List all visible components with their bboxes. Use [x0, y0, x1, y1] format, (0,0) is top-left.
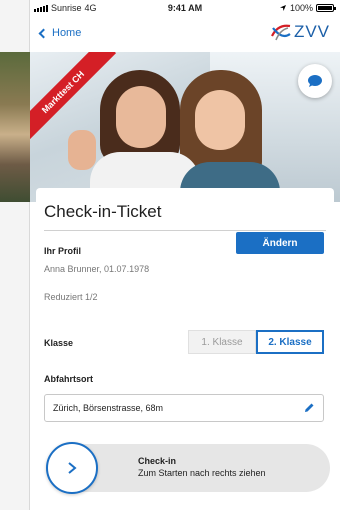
discount-info: Reduziert 1/2: [44, 292, 98, 302]
profile-label: Ihr Profil: [44, 246, 82, 256]
status-right: 100%: [279, 3, 336, 13]
departure-label: Abfahrtsort: [44, 374, 93, 384]
person-right-face: [195, 90, 245, 150]
zvv-logo: ZVV: [270, 22, 330, 42]
back-button[interactable]: Home: [38, 27, 82, 39]
chat-button[interactable]: [298, 64, 332, 98]
chevron-left-icon: [38, 28, 49, 38]
logo-text: ZVV: [293, 22, 330, 41]
departure-value: Zürich, Börsenstrasse, 68m: [53, 403, 164, 413]
class-selector: 1. Klasse 2. Klasse: [188, 330, 324, 354]
battery-percent: 100%: [289, 3, 313, 13]
profile-name: Anna Brunner, 01.07.1978: [44, 264, 150, 274]
checkin-slider[interactable]: Check-in Zum Starten nach rechts ziehen: [46, 442, 330, 494]
checkin-title: Check-in: [138, 456, 177, 466]
person-left-face: [116, 86, 166, 148]
zvv-logo-icon: [270, 24, 291, 41]
thumbs-up-hand: [68, 130, 96, 170]
previous-screen-edge: [0, 0, 30, 510]
battery-icon: [316, 4, 336, 12]
back-label: Home: [52, 27, 82, 39]
hero-image: Markttest CH: [30, 52, 340, 202]
class-option-second[interactable]: 2. Klasse: [256, 330, 324, 354]
navigation-bar: Home ZVV: [30, 18, 340, 52]
departure-field[interactable]: Zürich, Börsenstrasse, 68m: [44, 394, 324, 422]
page-title: Check-in-Ticket: [44, 202, 162, 221]
previous-screen-image: [0, 52, 30, 202]
slider-knob[interactable]: [46, 442, 98, 494]
location-icon: [279, 5, 286, 11]
class-option-first[interactable]: 1. Klasse: [188, 330, 256, 354]
title-divider: [44, 230, 326, 231]
class-label: Klasse: [44, 338, 74, 348]
checkin-hint: Zum Starten nach rechts ziehen: [138, 468, 266, 478]
change-profile-button[interactable]: Ändern: [236, 232, 324, 254]
phone-screen: Sunrise 4G 9:41 AM 100% Home ZVV Marktte…: [30, 0, 340, 510]
chevron-right-icon: [68, 462, 77, 474]
status-bar: Sunrise 4G 9:41 AM 100%: [30, 0, 340, 18]
pencil-icon[interactable]: [303, 402, 315, 414]
ticket-card: Check-in-Ticket Ihr Profil Ändern Anna B…: [36, 188, 334, 510]
chat-bubble-icon: [308, 75, 322, 87]
